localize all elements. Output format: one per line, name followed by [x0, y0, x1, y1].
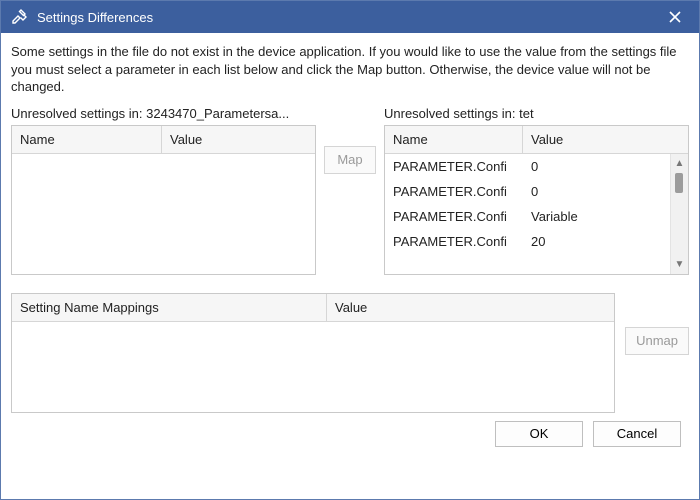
cell-value: Variable — [523, 204, 670, 229]
scroll-down-icon[interactable]: ▼ — [675, 259, 685, 270]
left-table-header: Name Value — [12, 126, 315, 154]
left-table[interactable]: Name Value — [11, 125, 316, 275]
mapping-col-name[interactable]: Setting Name Mappings — [12, 294, 327, 321]
unresolved-panels: Unresolved settings in: 3243470_Paramete… — [11, 106, 689, 275]
cell-name: PARAMETER.Confi — [385, 179, 523, 204]
table-row[interactable]: PARAMETER.Confi 20 — [385, 229, 670, 254]
cell-name: PARAMETER.Confi — [385, 204, 523, 229]
cell-name: PARAMETER.Confi — [385, 229, 523, 254]
table-row[interactable]: PARAMETER.Confi Variable — [385, 204, 670, 229]
settings-differences-dialog: Settings Differences Some settings in th… — [0, 0, 700, 500]
cancel-button[interactable]: Cancel — [593, 421, 681, 447]
mapping-table-body[interactable] — [12, 322, 614, 412]
map-button[interactable]: Map — [324, 146, 376, 174]
mapping-section: Setting Name Mappings Value Unmap — [11, 293, 689, 413]
mapping-col-value[interactable]: Value — [327, 294, 614, 321]
mapping-table[interactable]: Setting Name Mappings Value — [11, 293, 615, 413]
cell-value: 0 — [523, 154, 670, 179]
map-column: Map — [324, 106, 376, 174]
ok-button[interactable]: OK — [495, 421, 583, 447]
right-table-body[interactable]: PARAMETER.Confi 0 PARAMETER.Confi 0 PARA… — [385, 154, 670, 274]
cell-name: PARAMETER.Confi — [385, 154, 523, 179]
dialog-footer: OK Cancel — [11, 413, 689, 447]
close-icon — [669, 11, 681, 23]
left-col-value[interactable]: Value — [162, 126, 315, 153]
left-col-name[interactable]: Name — [12, 126, 162, 153]
instruction-text: Some settings in the file do not exist i… — [11, 43, 689, 96]
left-table-body[interactable] — [12, 154, 315, 274]
unmap-button[interactable]: Unmap — [625, 327, 689, 355]
scroll-thumb[interactable] — [675, 173, 683, 193]
right-col-name[interactable]: Name — [385, 126, 523, 153]
right-panel: Unresolved settings in: tet Name Value P… — [384, 106, 689, 275]
titlebar: Settings Differences — [1, 1, 699, 33]
close-button[interactable] — [659, 1, 691, 33]
table-row[interactable]: PARAMETER.Confi 0 — [385, 179, 670, 204]
right-table-header: Name Value — [385, 126, 688, 154]
cell-value: 20 — [523, 229, 670, 254]
cell-value: 0 — [523, 179, 670, 204]
left-panel-label: Unresolved settings in: 3243470_Paramete… — [11, 106, 316, 121]
right-table[interactable]: Name Value PARAMETER.Confi 0 PARAMETER.C… — [384, 125, 689, 275]
right-scrollbar[interactable]: ▲ ▼ — [670, 154, 688, 274]
unmap-column: Unmap — [625, 293, 689, 355]
mapping-table-header: Setting Name Mappings Value — [12, 294, 614, 322]
tools-icon — [9, 7, 29, 27]
left-panel: Unresolved settings in: 3243470_Paramete… — [11, 106, 316, 275]
table-row[interactable]: PARAMETER.Confi 0 — [385, 154, 670, 179]
right-col-value[interactable]: Value — [523, 126, 688, 153]
window-title: Settings Differences — [37, 10, 659, 25]
scroll-up-icon[interactable]: ▲ — [675, 158, 685, 169]
right-panel-label: Unresolved settings in: tet — [384, 106, 689, 121]
dialog-body: Some settings in the file do not exist i… — [1, 33, 699, 499]
